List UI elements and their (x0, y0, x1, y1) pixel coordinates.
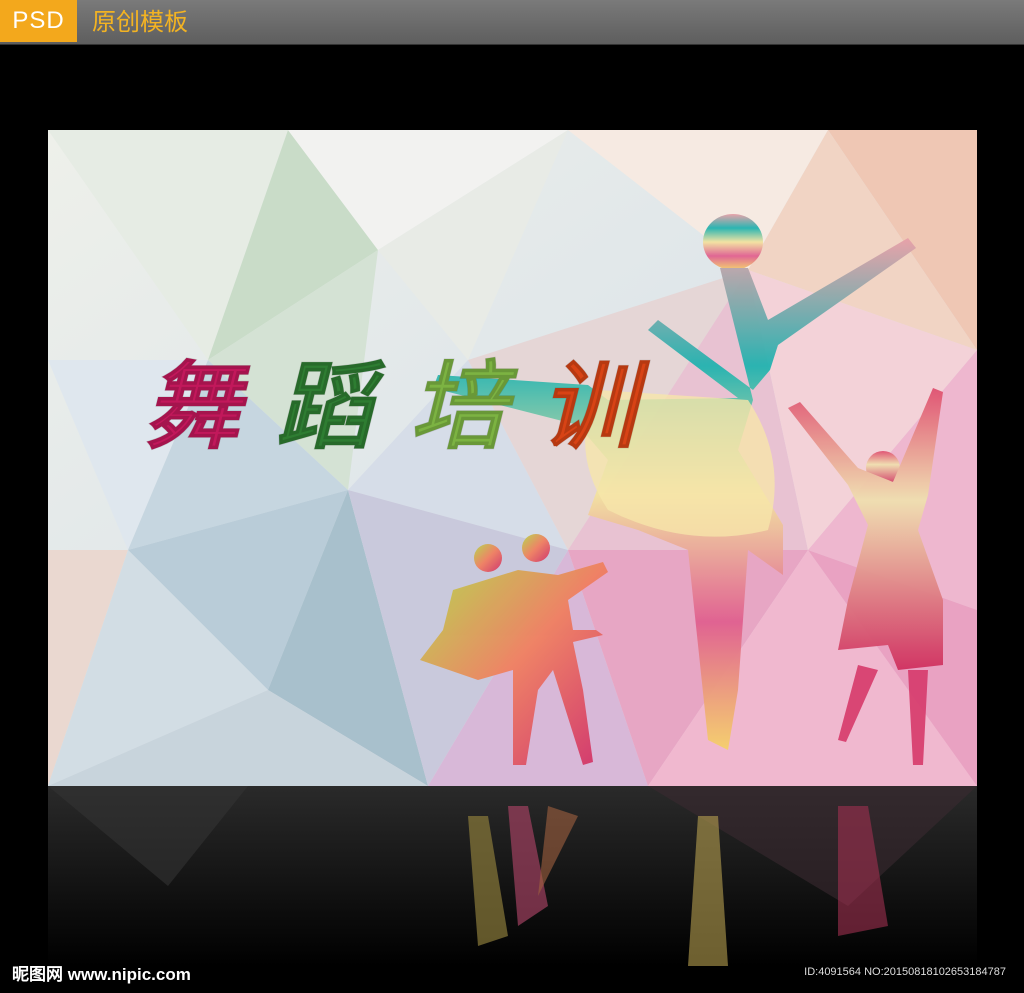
dance-poster: 舞 蹈 培 训 (48, 130, 977, 786)
psd-badge: PSD (0, 0, 77, 42)
site-logo: 昵图网 www.nipic.com (12, 965, 191, 984)
template-label: 原创模板 (92, 8, 188, 36)
headline-char-3: 培 (410, 350, 507, 463)
headline-char-2: 蹈 (276, 350, 373, 463)
headline-char-1: 舞 (144, 350, 241, 463)
headline-char-4: 训 (540, 350, 637, 463)
image-id: ID:4091564 NO:20150818102653184787 (804, 966, 1006, 978)
poster-headline: 舞 蹈 培 训 (144, 350, 664, 472)
top-bar: PSD 原创模板 (0, 0, 1024, 45)
poster-reflection (48, 786, 977, 966)
